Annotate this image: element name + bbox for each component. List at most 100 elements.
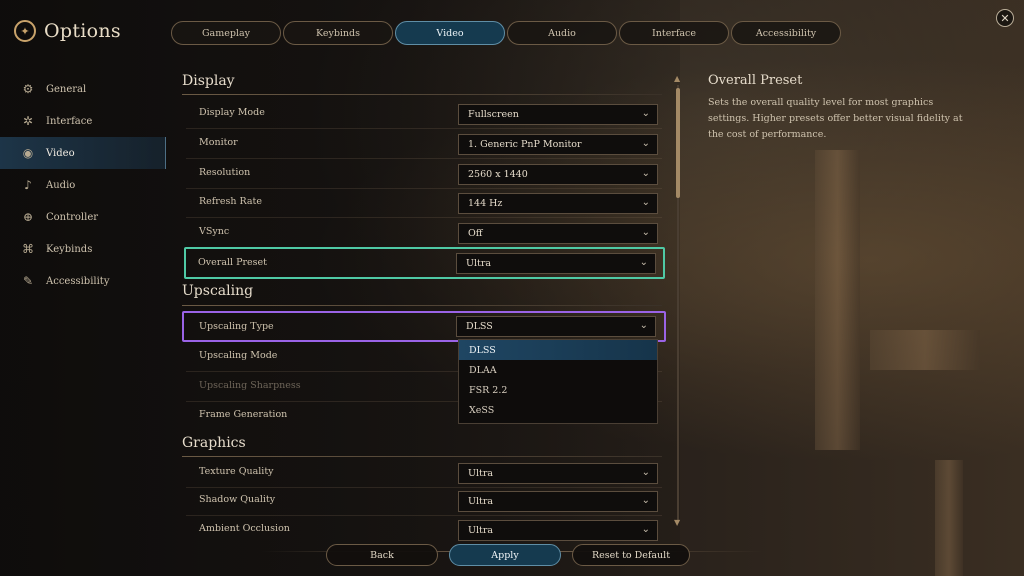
chevron-down-icon: ⌄: [639, 257, 648, 268]
setting-label: Shadow Quality: [199, 494, 276, 505]
tab-interface[interactable]: Interface: [619, 21, 729, 45]
setting-label: Upscaling Type: [199, 321, 274, 332]
row-divider: [186, 128, 662, 129]
tab-video[interactable]: Video: [395, 21, 505, 45]
keybinds-icon: ⌘: [22, 242, 34, 256]
sidebar-item-label: Keybinds: [46, 243, 93, 255]
game-logo-icon: ✦: [14, 20, 36, 42]
close-icon[interactable]: ✕: [996, 9, 1014, 27]
select-value: 1. Generic PnP Monitor: [468, 139, 582, 150]
tab-keybinds[interactable]: Keybinds: [283, 21, 393, 45]
setting-label: Refresh Rate: [199, 196, 262, 207]
background-pillar: [935, 460, 963, 576]
tab-audio[interactable]: Audio: [507, 21, 617, 45]
dropdown-option-xess[interactable]: XeSS: [459, 400, 657, 420]
back-button[interactable]: Back: [326, 544, 438, 566]
apply-button[interactable]: Apply: [449, 544, 561, 566]
chevron-down-icon: ⌄: [641, 168, 650, 179]
background-balcony: [870, 330, 980, 370]
select-value: Ultra: [468, 496, 494, 507]
select-value: Ultra: [468, 468, 494, 479]
dropdown-option-dlaa[interactable]: DLAA: [459, 360, 657, 380]
setting-row-shadow-quality: Shadow Quality Ultra ⌄: [186, 487, 662, 516]
section-divider: [182, 305, 662, 306]
overall-preset-select[interactable]: Ultra ⌄: [456, 253, 656, 274]
description-title: Overall Preset: [708, 73, 803, 88]
tab-accessibility[interactable]: Accessibility: [731, 21, 841, 45]
reset-to-default-button[interactable]: Reset to Default: [572, 544, 690, 566]
description-text: Sets the overall quality level for most …: [708, 97, 963, 140]
speaker-icon: ♪: [24, 178, 32, 192]
chevron-down-icon: ⌄: [641, 197, 650, 208]
setting-row-refresh-rate: Refresh Rate 144 Hz ⌄: [186, 189, 662, 218]
setting-label: Texture Quality: [199, 466, 274, 477]
sidebar-item-video[interactable]: ◉ Video: [0, 137, 166, 169]
setting-row-resolution: Resolution 2560 x 1440 ⌄: [186, 160, 662, 189]
dropdown-option-dlss[interactable]: DLSS: [459, 340, 657, 360]
section-title-graphics: Graphics: [182, 435, 246, 451]
setting-label: Upscaling Sharpness: [199, 380, 301, 391]
setting-label: Resolution: [199, 167, 251, 178]
select-value: Fullscreen: [468, 109, 519, 120]
scrollbar-thumb[interactable]: [676, 88, 680, 198]
chevron-down-icon: ⌄: [641, 467, 650, 478]
sidebar-item-label: Video: [46, 147, 75, 159]
refresh-rate-select[interactable]: 144 Hz ⌄: [458, 193, 658, 214]
upscaling-type-dropdown: DLSS DLAA FSR 2.2 XeSS: [458, 339, 658, 424]
sidebar-item-general[interactable]: ⚙ General: [0, 73, 166, 105]
setting-row-overall-preset: Overall Preset Ultra ⌄: [184, 247, 665, 279]
dropdown-option-fsr[interactable]: FSR 2.2: [459, 380, 657, 400]
setting-row-vsync: VSync Off ⌄: [186, 219, 662, 247]
sidebar-item-controller[interactable]: ⊕ Controller: [0, 201, 166, 233]
setting-row-display-mode: Display Mode Fullscreen ⌄: [186, 100, 662, 129]
select-value: DLSS: [466, 321, 493, 332]
setting-row-texture-quality: Texture Quality Ultra ⌄: [186, 459, 662, 488]
setting-row-monitor: Monitor 1. Generic PnP Monitor ⌄: [186, 130, 662, 159]
scroll-down-arrow-icon[interactable]: ▼: [674, 518, 680, 527]
controller-icon: ⊕: [22, 210, 34, 224]
section-title-display: Display: [182, 73, 235, 89]
tab-gameplay[interactable]: Gameplay: [171, 21, 281, 45]
sidebar-item-keybinds[interactable]: ⌘ Keybinds: [0, 233, 166, 265]
sidebar-item-label: Controller: [46, 211, 99, 223]
sidebar-item-accessibility[interactable]: ✎ Accessibility: [0, 265, 166, 297]
sidebar-item-label: Audio: [46, 179, 76, 191]
setting-label: VSync: [199, 226, 230, 237]
setting-label: Frame Generation: [199, 409, 288, 420]
chevron-down-icon: ⌄: [641, 108, 650, 119]
row-divider: [186, 217, 662, 218]
top-tabs: Gameplay Keybinds Video Audio Interface …: [171, 21, 841, 45]
chevron-down-icon: ⌄: [639, 320, 648, 331]
sidebar-item-interface[interactable]: ✲ Interface: [0, 105, 166, 137]
monitor-select[interactable]: 1. Generic PnP Monitor ⌄: [458, 134, 658, 155]
setting-label: Monitor: [199, 137, 238, 148]
vsync-select[interactable]: Off ⌄: [458, 223, 658, 244]
setting-label: Display Mode: [199, 107, 265, 118]
section-divider: [182, 456, 662, 457]
page-title: Options: [44, 20, 121, 42]
select-value: Ultra: [468, 525, 494, 536]
interface-icon: ✲: [22, 114, 34, 128]
chevron-down-icon: ⌄: [641, 138, 650, 149]
gears-icon: ⚙: [22, 82, 34, 96]
texture-quality-select[interactable]: Ultra ⌄: [458, 463, 658, 484]
video-icon: ◉: [22, 146, 34, 160]
sidebar: ⚙ General ✲ Interface ◉ Video ♪ Audio ⊕ …: [0, 73, 166, 297]
sidebar-item-audio[interactable]: ♪ Audio: [0, 169, 166, 201]
chevron-down-icon: ⌄: [641, 227, 650, 238]
setting-label: Overall Preset: [198, 257, 267, 268]
resolution-select[interactable]: 2560 x 1440 ⌄: [458, 164, 658, 185]
chevron-down-icon: ⌄: [641, 495, 650, 506]
sidebar-item-label: Interface: [46, 115, 93, 127]
ambient-occlusion-select[interactable]: Ultra ⌄: [458, 520, 658, 541]
select-value: Ultra: [466, 258, 492, 269]
display-mode-select[interactable]: Fullscreen ⌄: [458, 104, 658, 125]
setting-row-ambient-occlusion: Ambient Occlusion Ultra ⌄: [186, 516, 662, 544]
shadow-quality-select[interactable]: Ultra ⌄: [458, 491, 658, 512]
scroll-up-arrow-icon[interactable]: ▲: [674, 74, 680, 83]
accessibility-icon: ✎: [22, 274, 34, 288]
upscaling-type-select[interactable]: DLSS ⌄: [456, 316, 656, 337]
select-value: 2560 x 1440: [468, 169, 528, 180]
section-divider: [182, 94, 662, 95]
row-divider: [186, 158, 662, 159]
